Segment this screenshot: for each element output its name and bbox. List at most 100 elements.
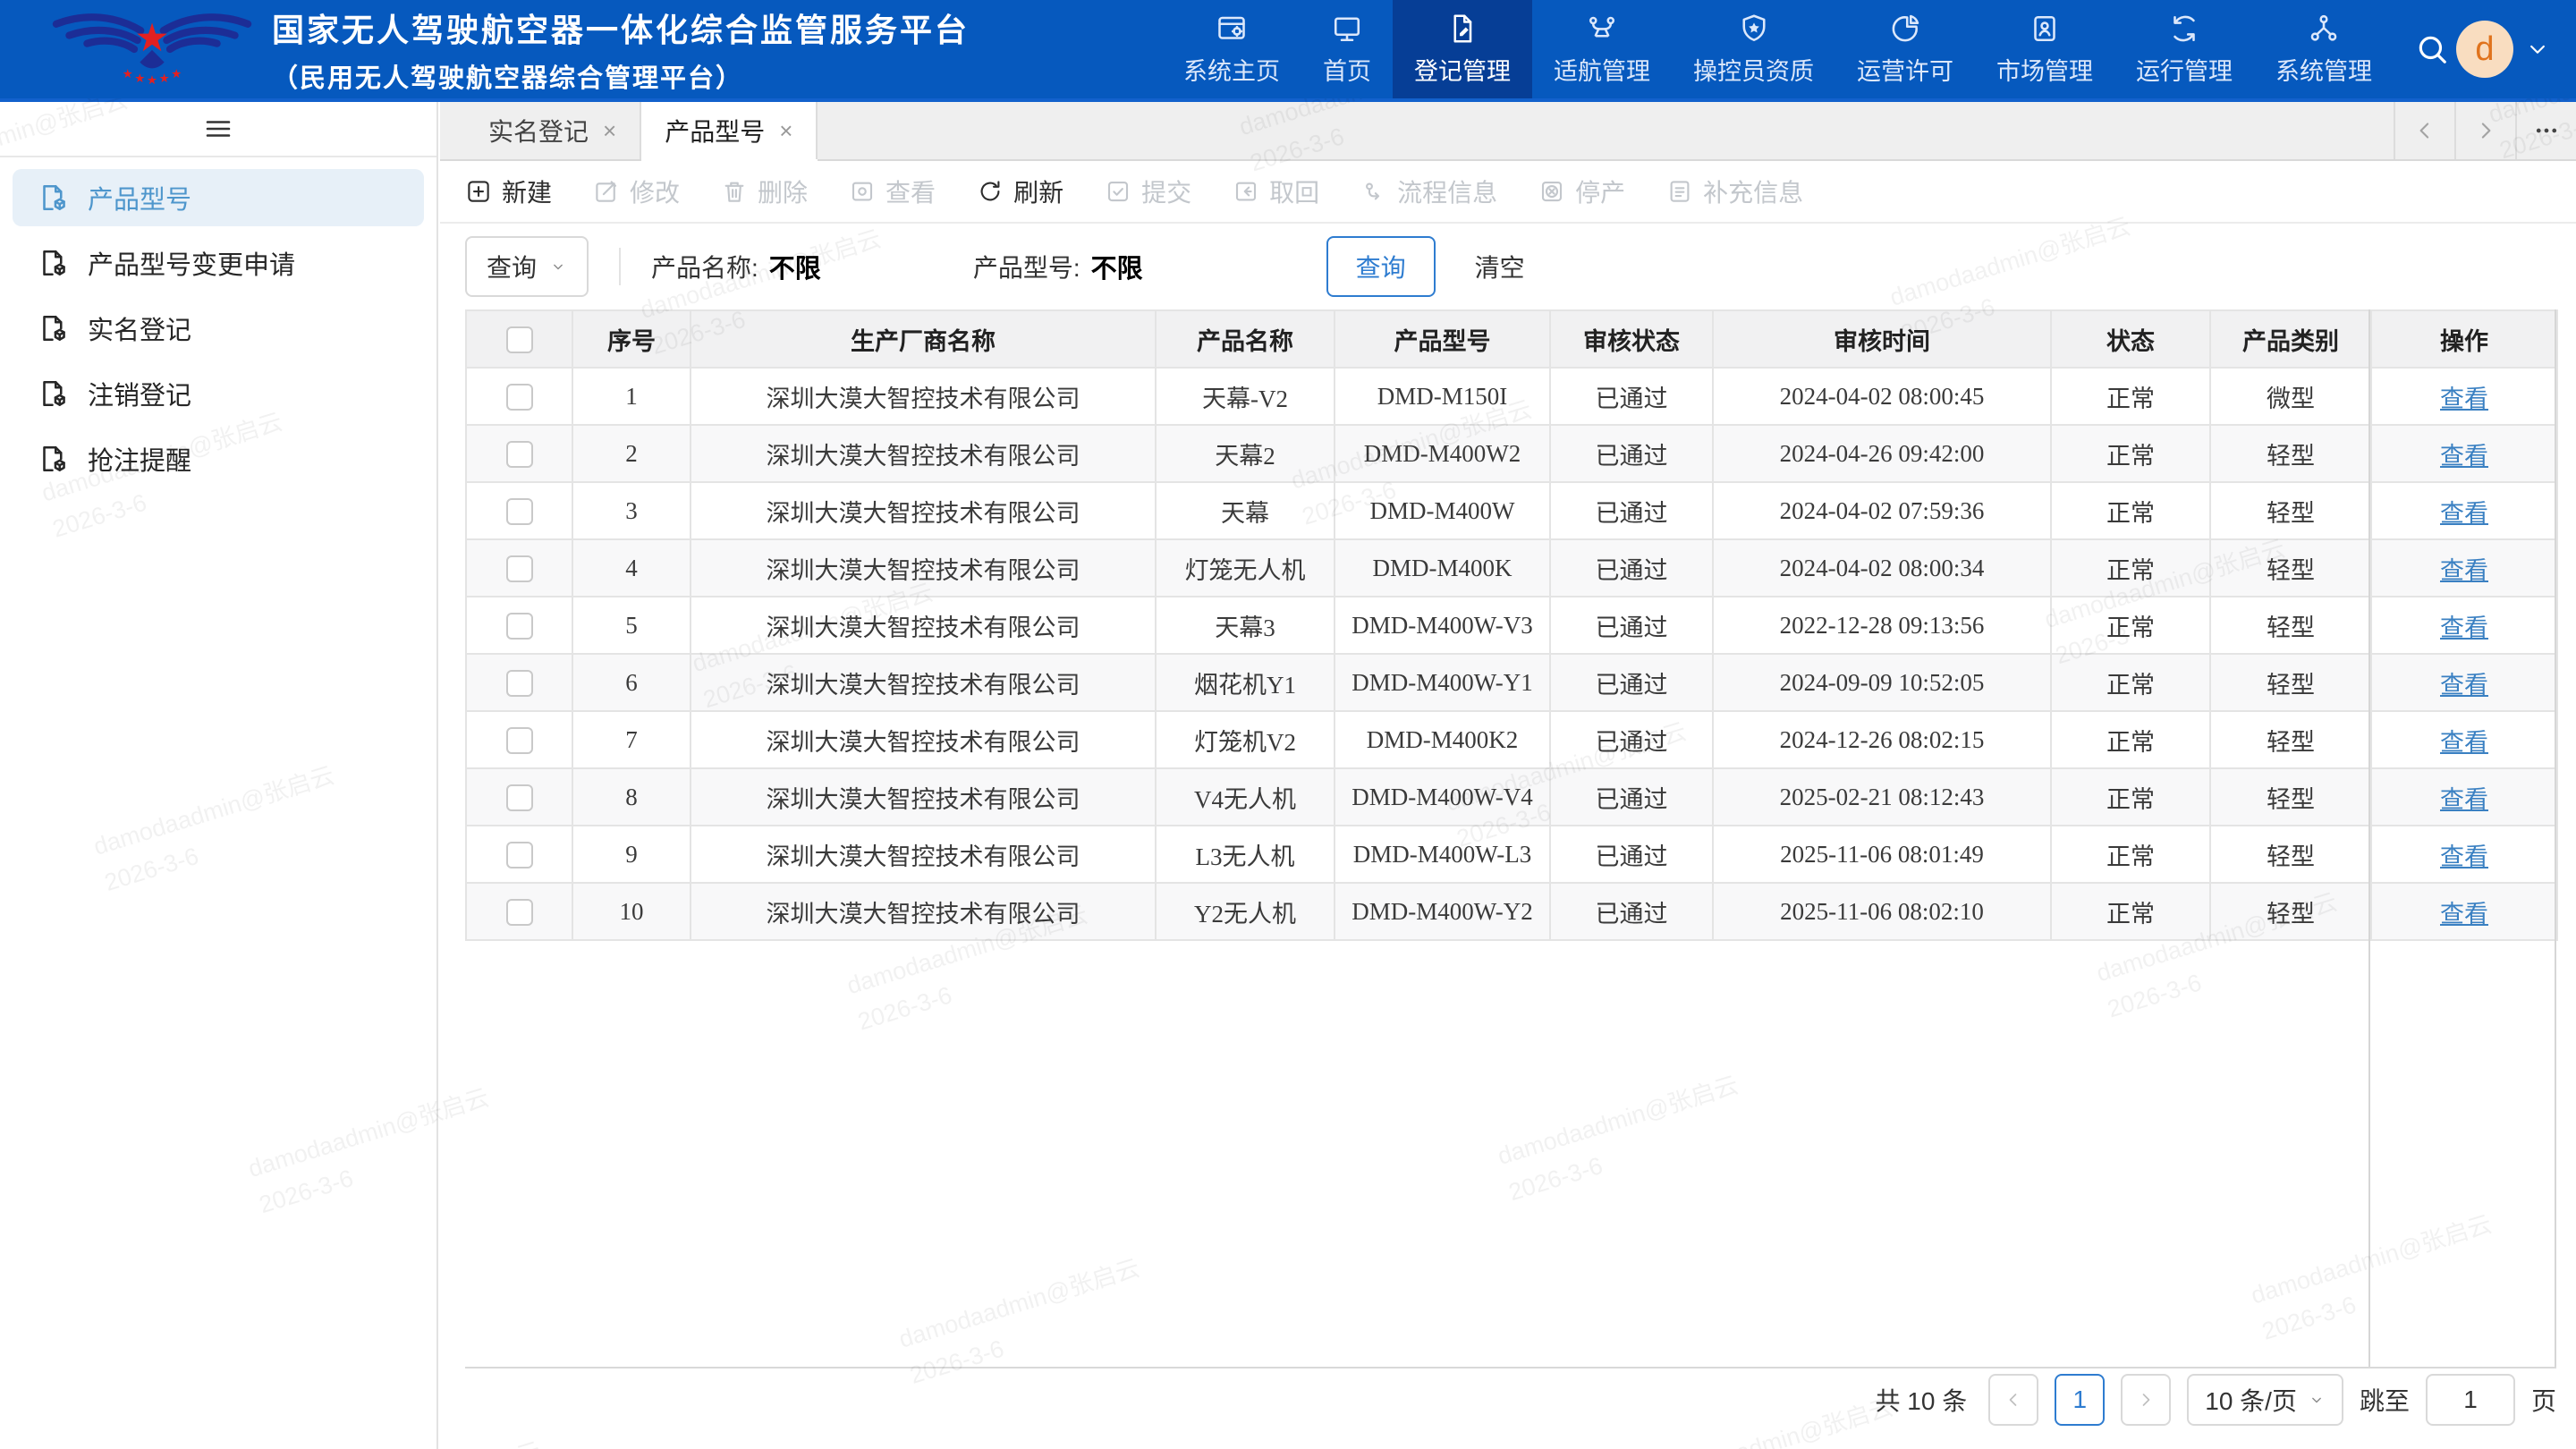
view-link[interactable]: 查看	[2440, 557, 2488, 584]
sidebar-item-5[interactable]: 抢注提醒	[13, 430, 424, 487]
sidebar-item-2[interactable]: 产品型号变更申请	[13, 234, 424, 292]
select-all-checkbox[interactable]	[506, 326, 533, 353]
cell-product-name: Y2无人机	[1156, 883, 1335, 940]
toolbar-button-8[interactable]: 流程信息	[1360, 174, 1497, 209]
nav-label: 市场管理	[1996, 52, 2093, 87]
nav-item-1[interactable]: 系统主页	[1162, 0, 1301, 98]
tab-scroll-right-button[interactable]	[2454, 102, 2515, 159]
cell-category: 轻型	[2210, 883, 2371, 940]
view-icon	[849, 178, 876, 205]
view-link[interactable]: 查看	[2440, 843, 2488, 870]
cell-audit-status: 已通过	[1550, 654, 1713, 711]
cell-audit-status: 已通过	[1550, 539, 1713, 597]
view-link[interactable]: 查看	[2440, 614, 2488, 641]
view-link[interactable]: 查看	[2440, 786, 2488, 813]
hamburger-icon[interactable]	[202, 113, 234, 145]
prev-page-button[interactable]	[1988, 1374, 2038, 1426]
cell-status: 正常	[2051, 883, 2210, 940]
view-link[interactable]: 查看	[2440, 901, 2488, 928]
cell-seq: 8	[572, 768, 691, 826]
toolbar-button-10[interactable]: 补充信息	[1666, 174, 1803, 209]
chevron-left-icon	[2411, 117, 2438, 144]
filter-label: 产品型号:	[973, 249, 1080, 284]
platform-title: 国家无人驾驶航空器一体化综合监管服务平台 （民用无人驾驶航空器综合管理平台）	[272, 0, 970, 98]
filter-value: 不限	[769, 248, 821, 285]
cell-audit-time: 2024-04-02 08:00:34	[1713, 539, 2051, 597]
query-scheme-dropdown[interactable]: 查询	[465, 236, 589, 297]
toolbar-button-6[interactable]: 提交	[1105, 174, 1191, 209]
row-checkbox[interactable]	[506, 899, 533, 926]
nav-item-8[interactable]: 运行管理	[2114, 0, 2254, 98]
cell-status: 正常	[2051, 597, 2210, 654]
search-button[interactable]	[2415, 0, 2449, 98]
sidebar-item-1[interactable]: 产品型号	[13, 169, 424, 226]
nav-label: 登记管理	[1414, 52, 1511, 87]
nav-item-5[interactable]: 操控员资质	[1672, 0, 1835, 98]
cell-audit-time: 2025-11-06 08:02:10	[1713, 883, 2051, 940]
nav-item-4[interactable]: 适航管理	[1532, 0, 1672, 98]
app-header: ★ ★ ★ ★ ★ ★ 国家无人驾驶航空器一体化综合监管服务平台 （民用无人驾驶…	[0, 0, 2576, 98]
row-checkbox-cell	[466, 883, 572, 940]
doc-info-icon	[1666, 178, 1693, 205]
nav-item-2[interactable]: 首页	[1301, 0, 1393, 98]
page-size-dropdown[interactable]: 10 条/页	[2187, 1374, 2343, 1426]
row-checkbox[interactable]	[506, 441, 533, 468]
row-checkbox[interactable]	[506, 498, 533, 525]
cell-seq: 5	[572, 597, 691, 654]
avatar[interactable]: d	[2456, 21, 2513, 78]
table-row: 2深圳大漠大智控技术有限公司天幕2DMD-M400W2已通过2024-04-26…	[466, 425, 2557, 482]
main-nav: 系统主页首页登记管理适航管理操控员资质运营许可市场管理运行管理系统管理	[1162, 0, 2394, 98]
cell-audit-status: 已通过	[1550, 883, 1713, 940]
row-checkbox[interactable]	[506, 384, 533, 411]
filter-field-1: 产品名称:不限	[651, 248, 821, 285]
row-checkbox-cell	[466, 711, 572, 768]
document-edit-icon	[1446, 13, 1479, 45]
sidebar-item-3[interactable]: 实名登记	[13, 300, 424, 357]
nav-item-3[interactable]: 登记管理	[1393, 0, 1532, 98]
nav-item-9[interactable]: 系统管理	[2254, 0, 2394, 98]
row-checkbox[interactable]	[506, 555, 533, 582]
row-checkbox[interactable]	[506, 613, 533, 640]
column-header: 生产厂商名称	[691, 310, 1156, 368]
nav-item-7[interactable]: 市场管理	[1975, 0, 2114, 98]
cell-category: 微型	[2210, 368, 2371, 425]
sidebar-item-4[interactable]: 注销登记	[13, 365, 424, 422]
shield-star-icon	[1738, 13, 1770, 45]
cell-seq: 1	[572, 368, 691, 425]
chevron-down-icon[interactable]	[2524, 36, 2551, 63]
view-link[interactable]: 查看	[2440, 500, 2488, 527]
row-checkbox[interactable]	[506, 784, 533, 811]
tab-1[interactable]: 实名登记×	[465, 102, 641, 159]
nav-item-6[interactable]: 运营许可	[1835, 0, 1975, 98]
toolbar-button-2[interactable]: 修改	[593, 174, 680, 209]
tab-close-icon[interactable]: ×	[779, 117, 792, 145]
toolbar-button-5[interactable]: 刷新	[977, 174, 1063, 209]
clear-button[interactable]: 清空	[1475, 249, 1525, 284]
tab-2[interactable]: 产品型号×	[641, 102, 818, 159]
toolbar-button-9[interactable]: 停产	[1538, 174, 1625, 209]
tab-scroll-left-button[interactable]	[2394, 102, 2454, 159]
toolbar-button-1[interactable]: 新建	[465, 174, 552, 209]
view-link[interactable]: 查看	[2440, 386, 2488, 412]
toolbar-button-7[interactable]: 取回	[1233, 174, 1319, 209]
view-link[interactable]: 查看	[2440, 729, 2488, 756]
column-header: 产品名称	[1156, 310, 1335, 368]
cell-product-model: DMD-M400W-V3	[1335, 597, 1550, 654]
cell-seq: 2	[572, 425, 691, 482]
row-checkbox[interactable]	[506, 842, 533, 869]
toolbar-button-4[interactable]: 查看	[849, 174, 936, 209]
cell-audit-time: 2025-02-21 08:12:43	[1713, 768, 2051, 826]
row-checkbox[interactable]	[506, 727, 533, 754]
query-button[interactable]: 查询	[1326, 236, 1436, 297]
view-link[interactable]: 查看	[2440, 672, 2488, 699]
toolbar-button-3[interactable]: 删除	[721, 174, 808, 209]
next-page-button[interactable]	[2121, 1374, 2171, 1426]
tab-more-button[interactable]	[2515, 102, 2576, 159]
page-number-button[interactable]: 1	[2055, 1374, 2105, 1426]
view-link[interactable]: 查看	[2440, 443, 2488, 470]
row-checkbox[interactable]	[506, 670, 533, 697]
jump-page-input[interactable]: 1	[2426, 1374, 2515, 1426]
edit-icon	[593, 178, 620, 205]
tab-close-icon[interactable]: ×	[603, 117, 616, 145]
sidebar-item-label: 产品型号	[88, 179, 191, 216]
